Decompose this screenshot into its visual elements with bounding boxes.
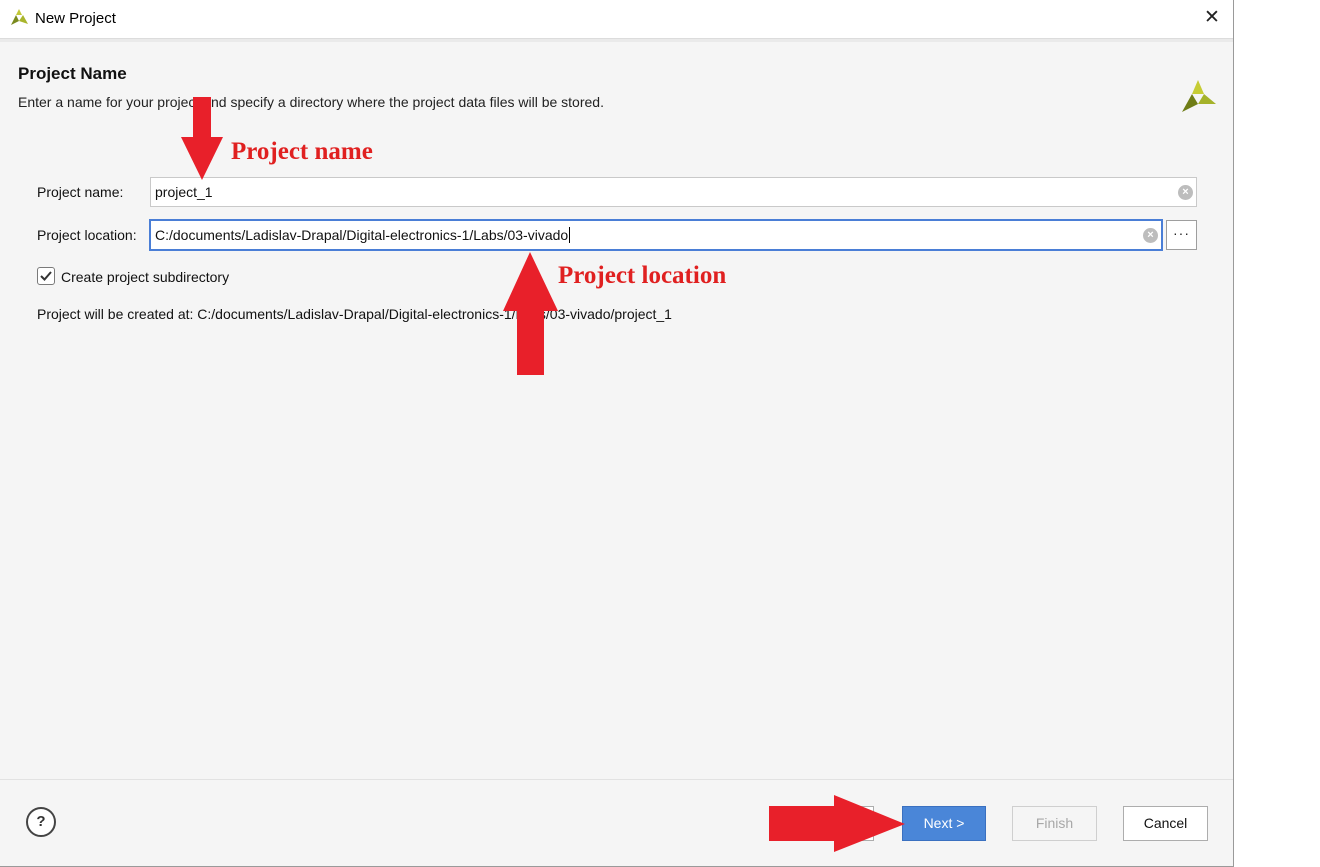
cancel-button[interactable]: Cancel — [1123, 806, 1208, 841]
checkmark-icon — [40, 271, 52, 281]
finish-button: Finish — [1012, 806, 1097, 841]
vivado-logo-icon — [11, 9, 28, 25]
new-project-dialog: New Project ✕ Project Name Enter a name … — [0, 0, 1234, 867]
window-title: New Project — [35, 10, 116, 27]
page-description: Enter a name for your project and specif… — [18, 94, 604, 110]
project-location-annotation: Project location — [558, 262, 727, 289]
title-bar: New Project ✕ — [0, 0, 1233, 39]
text-caret — [569, 227, 571, 243]
vivado-logo-icon — [1182, 80, 1216, 112]
project-location-input[interactable]: C:/documents/Ladislav-Drapal/Digital-ele… — [149, 219, 1163, 251]
project-name-annotation: Project name — [231, 138, 373, 165]
clear-icon[interactable]: × — [1178, 185, 1193, 200]
project-location-value: C:/documents/Ladislav-Drapal/Digital-ele… — [155, 227, 569, 243]
project-location-text-wrap: C:/documents/Ladislav-Drapal/Digital-ele… — [155, 227, 571, 243]
page-title: Project Name — [18, 64, 127, 83]
next-button[interactable]: Next > — [902, 806, 986, 841]
clear-icon[interactable]: × — [1143, 228, 1158, 243]
project-name-value: project_1 — [155, 184, 213, 200]
created-at-path: Project will be created at: C:/documents… — [37, 306, 672, 322]
create-subdirectory-label[interactable]: Create project subdirectory — [61, 269, 229, 285]
browse-button[interactable]: ··· — [1166, 220, 1197, 250]
footer-divider — [0, 779, 1233, 780]
project-name-label: Project name: — [37, 184, 124, 200]
project-location-label: Project location: — [37, 227, 137, 243]
close-icon[interactable]: ✕ — [1198, 3, 1226, 33]
create-subdirectory-checkbox[interactable] — [37, 267, 55, 285]
back-button[interactable]: < Back — [790, 806, 874, 841]
header-divider — [0, 39, 1233, 42]
project-name-input[interactable]: project_1 × — [150, 177, 1197, 207]
help-button[interactable]: ? — [26, 807, 56, 837]
